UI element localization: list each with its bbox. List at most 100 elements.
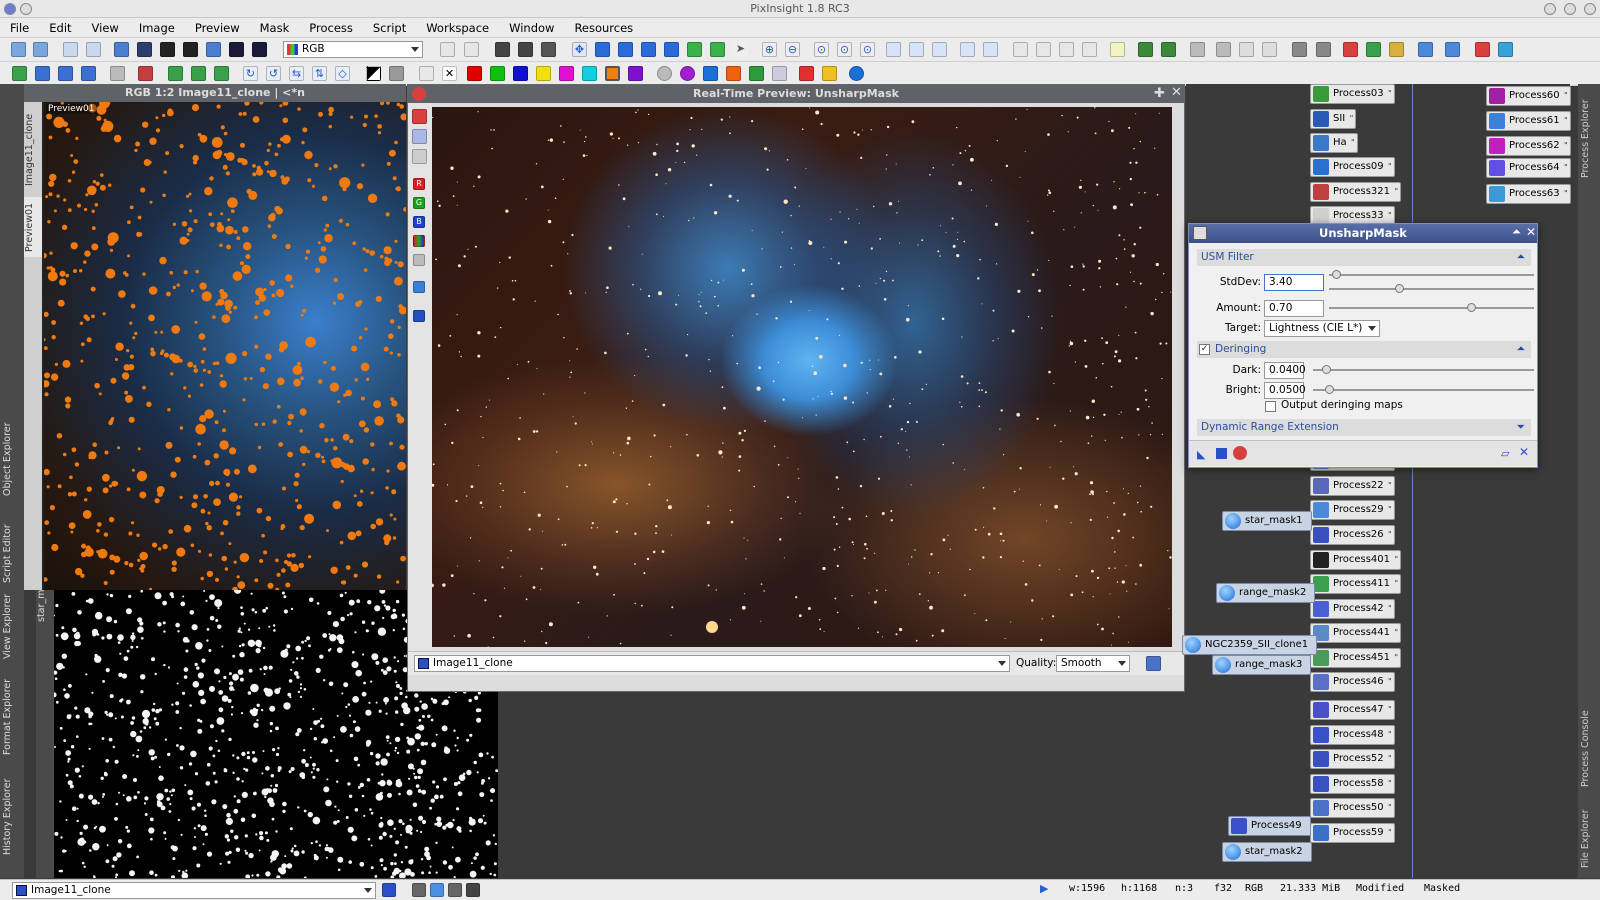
image-canvas[interactable]: Preview01 xyxy=(44,102,406,590)
process-icon-6[interactable] xyxy=(1475,42,1490,57)
menu-resources[interactable]: Resources xyxy=(564,18,643,38)
menu-script[interactable]: Script xyxy=(363,18,416,38)
window-maximize-icon[interactable] xyxy=(983,42,998,57)
red-channel-icon[interactable]: R xyxy=(413,178,425,190)
reset-icon[interactable]: ✕ xyxy=(1519,445,1529,459)
tab-file-explorer[interactable]: File Explorer xyxy=(1580,804,1598,874)
process-icon-2[interactable] xyxy=(1366,42,1381,57)
invert-icon[interactable] xyxy=(366,66,381,81)
stf-icon[interactable] xyxy=(137,42,152,57)
output-maps-checkbox[interactable] xyxy=(1265,401,1276,412)
preview-image-select[interactable]: Image11_clone xyxy=(414,655,1010,672)
process-icon-process451[interactable]: Process451 " xyxy=(1310,648,1402,668)
preview-canvas[interactable] xyxy=(432,107,1172,647)
purple-color-icon[interactable] xyxy=(628,66,643,81)
apply-icon[interactable] xyxy=(1216,448,1227,459)
icon-select-icon[interactable] xyxy=(1082,42,1097,57)
process-icon-process62[interactable]: Process62 " xyxy=(1486,136,1571,156)
mirror-icon[interactable]: ⇅ xyxy=(312,66,327,81)
rotate-ccw-icon[interactable]: ↺ xyxy=(266,66,281,81)
blue-color-icon[interactable] xyxy=(513,66,528,81)
zoom-in-icon[interactable]: ⊕ xyxy=(762,42,777,57)
tab-process-explorer[interactable]: Process Explorer xyxy=(1580,94,1598,184)
amount-slider-knob[interactable] xyxy=(1467,303,1476,312)
align-icon[interactable] xyxy=(1292,42,1307,57)
stddev-fine-knob[interactable] xyxy=(1395,284,1404,293)
blue-channel-icon[interactable]: B xyxy=(413,216,425,228)
unlock-icon[interactable] xyxy=(1216,42,1231,57)
process-icon-process60[interactable]: Process60 " xyxy=(1486,86,1571,106)
process-icon-process47[interactable]: Process47 " xyxy=(1310,700,1395,720)
stddev-input[interactable]: 3.40 xyxy=(1264,274,1324,291)
amount-slider[interactable] xyxy=(1329,303,1534,312)
process-icon-7[interactable] xyxy=(1498,42,1513,57)
statistics-icon[interactable] xyxy=(710,42,725,57)
quality-select[interactable]: Smooth xyxy=(1056,655,1130,672)
new-preview-icon[interactable] xyxy=(440,42,455,57)
process-icon-5[interactable] xyxy=(1445,42,1460,57)
process-icon-sii[interactable]: SII " xyxy=(1310,109,1357,129)
browse-doc-icon[interactable]: ▱ xyxy=(1501,447,1509,460)
process-icon-3[interactable] xyxy=(1389,42,1404,57)
process-f-icon[interactable] xyxy=(138,66,153,81)
rgb-channel-icon[interactable] xyxy=(413,235,425,247)
duplicate-icon[interactable] xyxy=(86,42,101,57)
zoom-fit-icon[interactable]: ⊙ xyxy=(837,42,852,57)
tab-process-console[interactable]: Process Console xyxy=(1580,704,1598,794)
display-mode-4-icon[interactable] xyxy=(466,883,480,897)
icon-show-icon[interactable] xyxy=(1059,42,1074,57)
workspace-3-icon[interactable] xyxy=(1161,42,1176,57)
process-icon-process22[interactable]: Process22 " xyxy=(1310,476,1395,496)
cascade-icon[interactable] xyxy=(932,42,947,57)
minimize-icon[interactable] xyxy=(1544,3,1556,15)
mask-preview-icon[interactable] xyxy=(413,310,425,322)
play-icon[interactable]: ▶ xyxy=(1040,882,1048,895)
sphere-icon[interactable] xyxy=(680,66,695,81)
center-view-icon[interactable] xyxy=(541,42,556,57)
resize-view-icon[interactable] xyxy=(664,42,679,57)
view-select[interactable]: Image11_clone xyxy=(12,882,376,899)
menu-window[interactable]: Window xyxy=(499,18,564,38)
square-icon[interactable] xyxy=(703,66,718,81)
workspace-icon[interactable] xyxy=(1110,42,1125,57)
process-icon-process29[interactable]: Process29 " xyxy=(1310,500,1395,520)
pin-icon[interactable]: ✚ xyxy=(1154,86,1165,101)
process-icon-process09[interactable]: Process09 " xyxy=(1310,157,1395,177)
script-icon[interactable] xyxy=(822,66,837,81)
rotate-icon[interactable]: ↻ xyxy=(243,66,258,81)
process-icon-process321[interactable]: Process321 " xyxy=(1310,182,1402,202)
mask-icon-ngc2359-sii-clone1[interactable]: NGC2359_SII_clone1 xyxy=(1182,635,1318,655)
snap-icon[interactable] xyxy=(1262,42,1277,57)
redo-icon[interactable] xyxy=(33,42,48,57)
triangle-icon[interactable] xyxy=(726,66,741,81)
shade-icon[interactable]: ⏶ xyxy=(1512,225,1521,239)
new-image-icon[interactable] xyxy=(63,42,78,57)
process-icon-process49[interactable]: Process49 xyxy=(1228,816,1311,836)
target-select[interactable]: Lightness (CIE L*) xyxy=(1264,320,1380,337)
dre-section[interactable]: Dynamic Range Extension ⏷ xyxy=(1197,419,1531,436)
close-window-icon[interactable] xyxy=(1584,3,1596,15)
crop-icon[interactable]: ◇ xyxy=(335,66,350,81)
preview-options-icon[interactable] xyxy=(1146,656,1161,671)
gear-icon[interactable] xyxy=(657,66,672,81)
display-mode-2-icon[interactable] xyxy=(430,883,444,897)
process-a-icon[interactable] xyxy=(12,66,27,81)
fit-view-icon[interactable] xyxy=(595,42,610,57)
maximize-icon[interactable] xyxy=(1564,3,1576,15)
tab-preview01[interactable]: Preview01 xyxy=(24,197,42,257)
mask-invert-icon[interactable] xyxy=(183,42,198,57)
mask-icon-range-mask2[interactable]: range_mask2 xyxy=(1216,583,1316,603)
preview-tool-1-icon[interactable] xyxy=(412,109,427,124)
mask-icon-star-mask1[interactable]: star_mask1 xyxy=(1222,511,1312,531)
preview-tool-2-icon[interactable] xyxy=(412,129,427,144)
channel-select[interactable]: RGB xyxy=(283,41,423,58)
histogram-icon[interactable] xyxy=(687,42,702,57)
close-preview-icon[interactable]: ✕ xyxy=(1171,85,1182,100)
shrink-view-icon[interactable] xyxy=(641,42,656,57)
new-instance-icon[interactable]: ◣ xyxy=(1197,448,1205,461)
process-i-icon[interactable] xyxy=(214,66,229,81)
clear-icon[interactable]: ✕ xyxy=(442,66,457,81)
refresh-icon[interactable] xyxy=(849,66,864,81)
process-icon-process64[interactable]: Process64 " xyxy=(1486,158,1571,178)
view-mode-icon[interactable] xyxy=(382,883,396,897)
